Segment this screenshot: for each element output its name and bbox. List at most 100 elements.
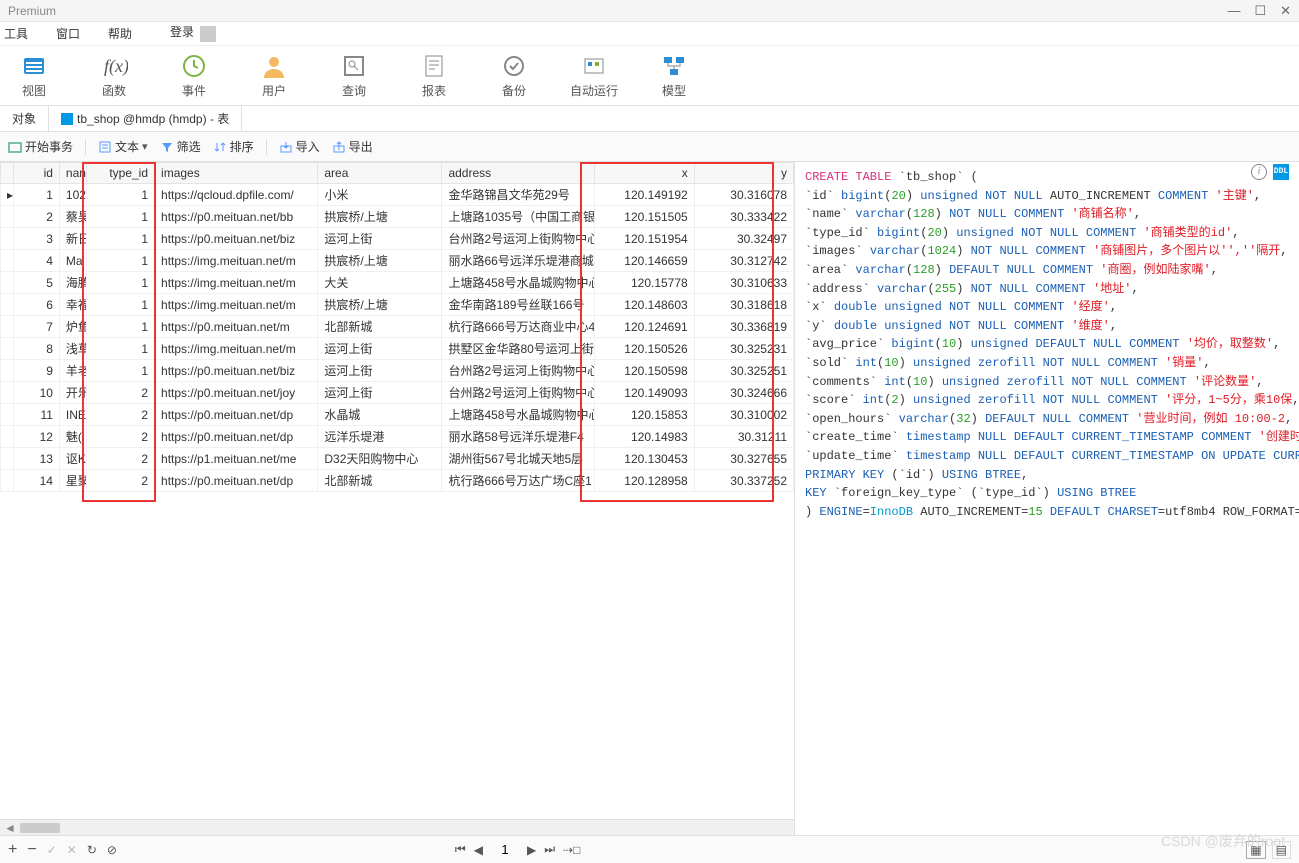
table-row[interactable]: 14星聚2https://p0.meituan.net/dp北部新城杭行路666…: [1, 470, 794, 492]
table-row[interactable]: 13讴K2https://p1.meituan.net/meD32天阳购物中心湖…: [1, 448, 794, 470]
cell[interactable]: [1, 338, 14, 360]
import-button[interactable]: 导入: [279, 138, 320, 155]
cell[interactable]: https://p0.meituan.net/bb: [155, 206, 318, 228]
cell[interactable]: 运河上街: [318, 338, 442, 360]
next-page-button[interactable]: ▶: [527, 843, 536, 857]
cell[interactable]: 1: [86, 250, 154, 272]
cell[interactable]: 2: [14, 206, 59, 228]
cell[interactable]: [1, 360, 14, 382]
toolbar-report-button[interactable]: 报表: [410, 52, 458, 99]
cell[interactable]: 上塘路458号水晶城购物中心: [442, 404, 595, 426]
cell[interactable]: 4: [14, 250, 59, 272]
cell[interactable]: 小米: [318, 184, 442, 206]
cell[interactable]: 120.124691: [595, 316, 694, 338]
cell[interactable]: [1, 228, 14, 250]
cell[interactable]: 120.149192: [595, 184, 694, 206]
cell[interactable]: [1, 426, 14, 448]
cell[interactable]: 北部新城: [318, 470, 442, 492]
cell[interactable]: 120.150598: [595, 360, 694, 382]
cancel-button[interactable]: ✕: [67, 843, 77, 857]
cell[interactable]: 远洋乐堤港: [318, 426, 442, 448]
cell[interactable]: [1, 382, 14, 404]
toolbar-fx-button[interactable]: f(x)函数: [90, 52, 138, 99]
cell[interactable]: 拱宸桥/上塘: [318, 250, 442, 272]
cell[interactable]: 120.15853: [595, 404, 694, 426]
last-page-button[interactable]: ⏭: [544, 842, 555, 857]
cell[interactable]: 7: [14, 316, 59, 338]
cell[interactable]: 台州路2号运河上街购物中心: [442, 360, 595, 382]
filter-button[interactable]: 筛选: [160, 138, 201, 155]
sort-button[interactable]: 排序: [213, 138, 254, 155]
cell[interactable]: ▸: [1, 184, 14, 206]
cell[interactable]: 大关: [318, 272, 442, 294]
cell[interactable]: https://p0.meituan.net/dp: [155, 426, 318, 448]
cell[interactable]: https://qcloud.dpfile.com/: [155, 184, 318, 206]
cell[interactable]: [1, 448, 14, 470]
cell[interactable]: 120.151954: [595, 228, 694, 250]
table-row[interactable]: 2蔡昊1https://p0.meituan.net/bb拱宸桥/上塘上塘路10…: [1, 206, 794, 228]
table-row[interactable]: 5海腾1https://img.meituan.net/m大关上塘路458号水晶…: [1, 272, 794, 294]
table-row[interactable]: 7炉鱼1https://p0.meituan.net/m北部新城杭行路666号万…: [1, 316, 794, 338]
avatar-icon[interactable]: [200, 26, 216, 42]
cell[interactable]: 30.336819: [694, 316, 793, 338]
cell[interactable]: 120.14983: [595, 426, 694, 448]
cell[interactable]: 1: [86, 338, 154, 360]
cell[interactable]: 北部新城: [318, 316, 442, 338]
cell[interactable]: 30.32497: [694, 228, 793, 250]
table-row[interactable]: 12魅(2https://p0.meituan.net/dp远洋乐堤港丽水路58…: [1, 426, 794, 448]
stop-button[interactable]: ⊘: [107, 843, 117, 857]
close-icon[interactable]: ✕: [1280, 3, 1291, 19]
col-type_id[interactable]: type_id: [86, 163, 154, 184]
col-address[interactable]: address: [442, 163, 595, 184]
cell[interactable]: 金华路锦昌文华苑29号: [442, 184, 595, 206]
cell[interactable]: 2: [86, 426, 154, 448]
data-table[interactable]: idnantype_idimagesareaaddressxy ▸11021ht…: [0, 162, 794, 492]
tab-tbshop[interactable]: tb_shop @hmdp (hmdp) - 表: [49, 106, 242, 131]
tab-objects[interactable]: 对象: [0, 106, 49, 131]
ddl-icon[interactable]: DDL: [1273, 164, 1289, 180]
cell[interactable]: 120.150526: [595, 338, 694, 360]
cell[interactable]: 海腾: [59, 272, 86, 294]
toolbar-clock-button[interactable]: 事件: [170, 52, 218, 99]
table-row[interactable]: 8浅草1https://img.meituan.net/m运河上街拱墅区金华路8…: [1, 338, 794, 360]
cell[interactable]: Ma: [59, 250, 86, 272]
h-scrollbar[interactable]: ◄: [0, 819, 794, 835]
cell[interactable]: 120.151505: [595, 206, 694, 228]
col-area[interactable]: area: [318, 163, 442, 184]
menu-tools[interactable]: 工具: [4, 25, 28, 42]
cell[interactable]: 30.316078: [694, 184, 793, 206]
cell[interactable]: 星聚: [59, 470, 86, 492]
cell[interactable]: 102: [59, 184, 86, 206]
cell[interactable]: [1, 250, 14, 272]
cell[interactable]: [1, 206, 14, 228]
col-y[interactable]: y: [694, 163, 793, 184]
cell[interactable]: 杭行路666号万达广场C座1: [442, 470, 595, 492]
cell[interactable]: 30.325251: [694, 360, 793, 382]
cell[interactable]: https://p0.meituan.net/m: [155, 316, 318, 338]
cell[interactable]: 5: [14, 272, 59, 294]
cell[interactable]: 1: [14, 184, 59, 206]
cell[interactable]: https://p0.meituan.net/joy: [155, 382, 318, 404]
cell[interactable]: 120.130453: [595, 448, 694, 470]
text-button[interactable]: 文本 ▾: [98, 138, 148, 155]
cell[interactable]: 120.149093: [595, 382, 694, 404]
cell[interactable]: 拱宸桥/上塘: [318, 294, 442, 316]
cell[interactable]: 120.148603: [595, 294, 694, 316]
cell[interactable]: 1: [86, 184, 154, 206]
toolbar-view-button[interactable]: 视图: [10, 52, 58, 99]
cell[interactable]: 金华南路189号丝联166号: [442, 294, 595, 316]
cell[interactable]: 杭行路666号万达商业中心4: [442, 316, 595, 338]
cell[interactable]: 3: [14, 228, 59, 250]
cell[interactable]: 30.318618: [694, 294, 793, 316]
cell[interactable]: 蔡昊: [59, 206, 86, 228]
cell[interactable]: 运河上街: [318, 228, 442, 250]
grid-wrapper[interactable]: idnantype_idimagesareaaddressxy ▸11021ht…: [0, 162, 794, 819]
cell[interactable]: 拱墅区金华路80号运河上街: [442, 338, 595, 360]
table-row[interactable]: 9羊老1https://p0.meituan.net/biz运河上街台州路2号运…: [1, 360, 794, 382]
cell[interactable]: 13: [14, 448, 59, 470]
cell[interactable]: 120.146659: [595, 250, 694, 272]
cell[interactable]: 30.333422: [694, 206, 793, 228]
cell[interactable]: [1, 294, 14, 316]
cell[interactable]: 30.324666: [694, 382, 793, 404]
cell[interactable]: 1: [86, 206, 154, 228]
